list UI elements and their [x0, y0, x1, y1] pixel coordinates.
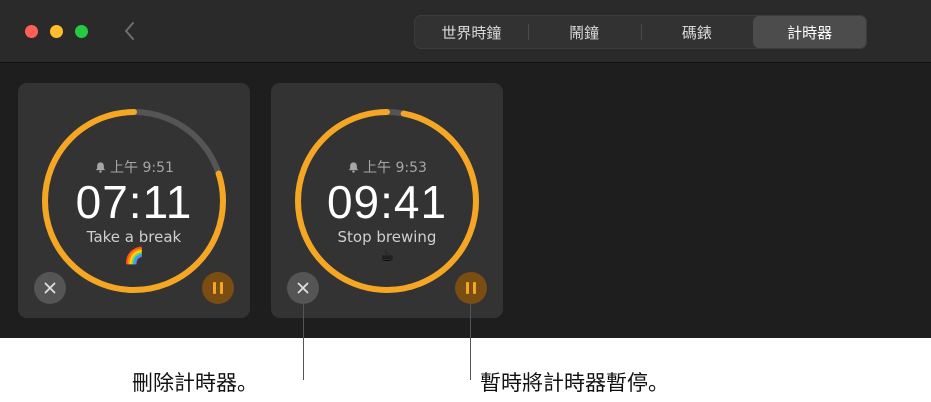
title-bar: 世界時鐘 鬧鐘 碼錶 計時器: [0, 0, 931, 63]
timer-card: 上午 9:51 07:11 Take a break 🌈: [18, 83, 250, 318]
rainbow-icon: 🌈: [124, 246, 144, 265]
zoom-window-button[interactable]: [75, 25, 88, 38]
alarm-time-row: 上午 9:51: [18, 157, 250, 177]
timer-label: Take a break: [86, 228, 182, 246]
tab-world-clock[interactable]: 世界時鐘: [415, 16, 528, 48]
callout-pause: 暫時將計時器暫停。: [480, 371, 669, 395]
callout-line-delete: [303, 302, 304, 380]
cancel-timer-button[interactable]: [34, 272, 66, 304]
pause-icon: [213, 282, 216, 294]
close-window-button[interactable]: [25, 25, 38, 38]
cancel-timer-button[interactable]: [287, 272, 319, 304]
bell-icon: [348, 161, 359, 173]
timer-label: Stop brewing: [337, 228, 437, 246]
alarm-time: 上午 9:53: [363, 160, 427, 176]
back-button[interactable]: [120, 19, 140, 43]
pause-icon: [466, 282, 469, 294]
alarm-time: 上午 9:51: [110, 160, 174, 176]
tab-stopwatch[interactable]: 碼錶: [640, 16, 754, 48]
clock-app-window: 世界時鐘 鬧鐘 碼錶 計時器 上午 9:51 07:11 Take a brea…: [0, 0, 931, 338]
tab-alarm[interactable]: 鬧鐘: [527, 16, 641, 48]
close-icon: [297, 282, 309, 294]
minimize-window-button[interactable]: [50, 25, 63, 38]
tab-bar: 世界時鐘 鬧鐘 碼錶 計時器: [414, 15, 867, 49]
tab-timer[interactable]: 計時器: [753, 16, 866, 48]
chevron-left-icon: [125, 22, 134, 40]
remaining-time: 07:11: [75, 176, 193, 228]
close-icon: [44, 282, 56, 294]
coffee-icon: ☕: [379, 246, 395, 265]
timer-card: 上午 9:53 09:41 Stop brewing ☕: [271, 83, 503, 318]
callout-delete: 刪除計時器。: [132, 371, 258, 395]
callout-line-pause: [470, 302, 471, 380]
bell-icon: [95, 161, 106, 173]
pause-timer-button[interactable]: [202, 272, 234, 304]
pause-timer-button[interactable]: [455, 272, 487, 304]
remaining-time: 09:41: [326, 176, 448, 228]
alarm-time-row: 上午 9:53: [271, 157, 503, 177]
